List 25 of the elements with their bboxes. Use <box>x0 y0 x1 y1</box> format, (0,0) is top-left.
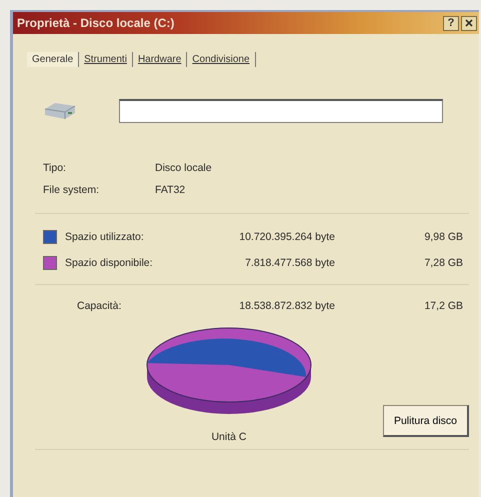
tab[interactable]: Hardware <box>132 52 188 67</box>
capacity-size: 17,2 GB <box>423 300 463 312</box>
tab[interactable]: Generale <box>27 52 80 67</box>
close-icon <box>465 19 473 27</box>
window-title: Proprietà - Disco locale (C:) <box>17 16 176 30</box>
usage-label: Spazio utilizzato: <box>65 231 145 243</box>
disk-cleanup-button[interactable]: Pulitura disco <box>382 405 469 437</box>
info-label: File system: <box>43 184 100 196</box>
usage-label: Spazio disponibile: <box>65 257 154 269</box>
usage-size: 9,98 GB <box>423 231 463 243</box>
hard-drive-icon <box>43 101 77 121</box>
help-button[interactable]: ? <box>443 16 459 30</box>
info-value: FAT32 <box>155 184 186 196</box>
tab[interactable]: Condivisione <box>187 52 256 67</box>
usage-bytes: 10.720.395.264 byte <box>238 231 335 243</box>
usage-size: 7,28 GB <box>423 257 463 269</box>
capacity-label: Capacità: <box>76 300 122 312</box>
usage-bytes: 7.818.477.568 byte <box>244 257 335 269</box>
drive-name-field[interactable] <box>119 99 443 123</box>
info-label: Tipo: <box>43 162 67 174</box>
info-value: Disco locale <box>155 162 213 174</box>
tab[interactable]: Strumenti <box>79 52 133 67</box>
drive-label: Unità C <box>211 431 246 443</box>
close-button[interactable] <box>461 16 477 30</box>
capacity-bytes: 18.538.872.832 byte <box>238 300 335 312</box>
